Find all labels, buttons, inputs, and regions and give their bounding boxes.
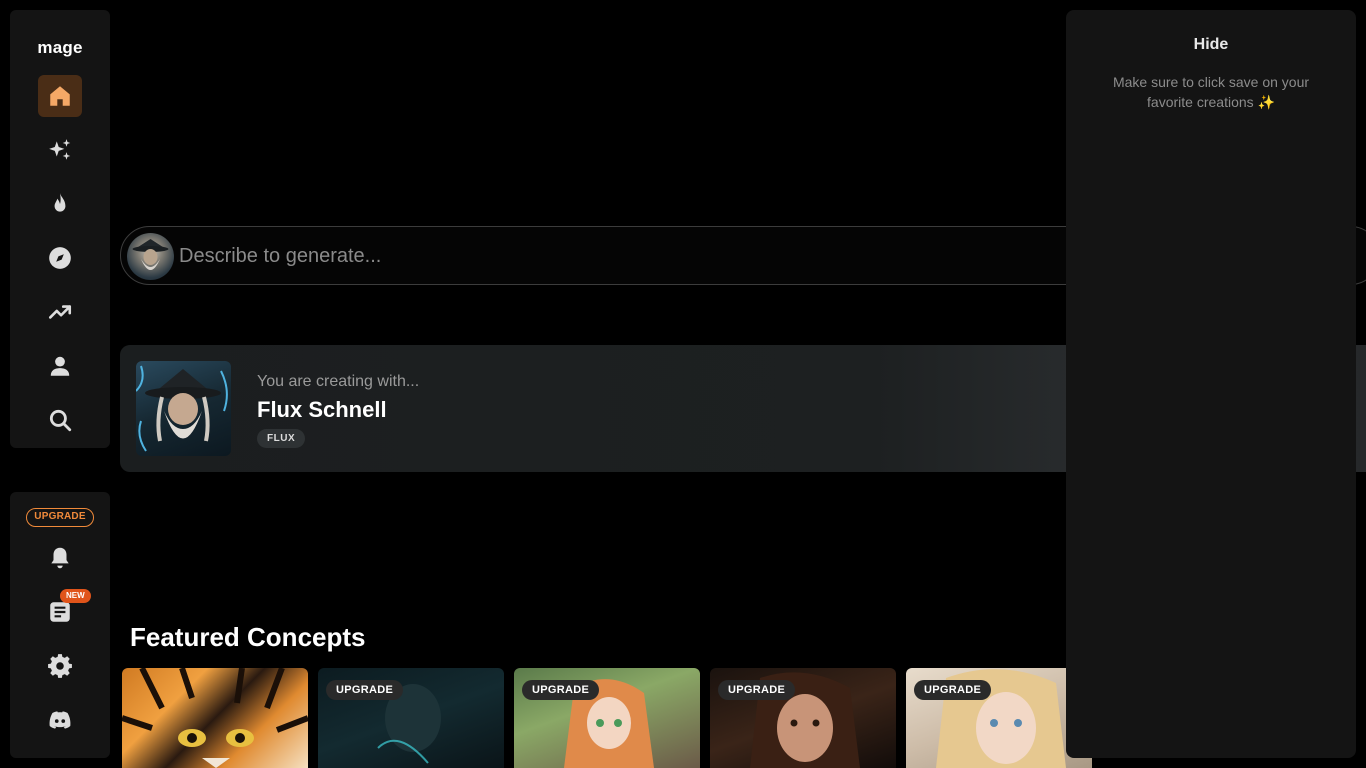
model-name: Flux Schnell: [257, 397, 387, 422]
app-logo[interactable]: mage: [10, 38, 110, 58]
featured-concepts-title: Featured Concepts: [130, 622, 366, 652]
concept-card[interactable]: UPGRADE: [906, 668, 1092, 768]
upgrade-badge: UPGRADE: [718, 680, 796, 700]
model-thumbnail: [136, 361, 231, 456]
saved-creations-panel: Hide Make sure to click save on your fav…: [1066, 10, 1356, 758]
panel-message: Make sure to click save on your favorite…: [1112, 74, 1310, 110]
upgrade-badge: UPGRADE: [914, 680, 992, 700]
concept-card[interactable]: UPGRADE: [514, 668, 700, 768]
search-icon[interactable]: [38, 399, 82, 441]
concept-card[interactable]: UPGRADE: [710, 668, 896, 768]
discord-icon[interactable]: [38, 699, 82, 741]
model-tag: FLUX: [257, 429, 306, 448]
concept-card[interactable]: UPGRADE: [318, 668, 504, 768]
prompt-input[interactable]: [179, 241, 979, 271]
trending-icon[interactable]: [38, 291, 82, 333]
concept-card[interactable]: [122, 668, 308, 768]
model-avatar[interactable]: [127, 233, 174, 280]
upgrade-button[interactable]: UPGRADE: [26, 508, 94, 527]
new-badge: NEW: [60, 589, 91, 603]
compass-icon[interactable]: [38, 237, 82, 279]
fire-icon[interactable]: [38, 183, 82, 225]
model-subtitle: You are creating with...: [257, 373, 420, 390]
upgrade-badge: UPGRADE: [326, 680, 404, 700]
sidebar-main: mage: [10, 10, 110, 448]
gear-icon[interactable]: [38, 645, 82, 687]
hide-button[interactable]: Hide: [1066, 36, 1356, 54]
sidebar-secondary: UPGRADE NEW: [10, 492, 110, 758]
sparkles-icon[interactable]: [38, 129, 82, 171]
upgrade-badge: UPGRADE: [522, 680, 600, 700]
bell-icon[interactable]: [38, 537, 82, 579]
user-icon[interactable]: [38, 345, 82, 387]
home-icon[interactable]: [38, 75, 82, 117]
